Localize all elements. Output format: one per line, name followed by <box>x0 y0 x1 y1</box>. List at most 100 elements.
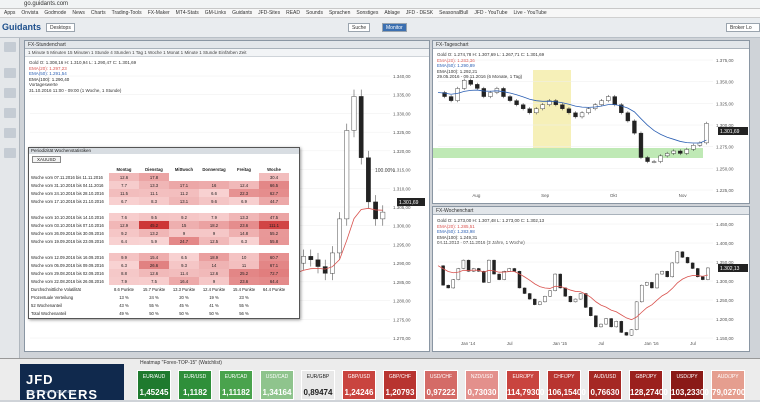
url-text[interactable]: go.guidants.com <box>24 1 68 7</box>
menu-icon[interactable] <box>4 68 16 78</box>
table-cell: 15 <box>169 221 199 229</box>
bookmark-item[interactable]: JFD - YouTube <box>474 10 507 16</box>
table-cell: 12.9 <box>109 221 139 229</box>
broker-login-button[interactable]: Broker Lo <box>726 23 760 32</box>
heatmap-tile[interactable]: NZD/USD 0,73030 <box>465 370 499 400</box>
weekly-chart-svg[interactable]: 1.450,001.400,001.350,001.300,001.250,00… <box>433 216 751 352</box>
search-button[interactable]: Suche <box>348 23 371 32</box>
avatar[interactable] <box>4 42 16 52</box>
candle <box>680 251 685 258</box>
heatmap-tile[interactable]: EUR/GBP 0,89474 <box>301 370 335 400</box>
bookmark-item[interactable]: Guidants <box>232 10 252 16</box>
table-row: Woche vom 12.09.2016 bis 16.09.2016 9.9 15… <box>29 253 289 261</box>
bookmark-item[interactable]: News <box>72 10 85 16</box>
table-cell: 24.7 <box>169 237 199 245</box>
heatmap-tile[interactable]: EUR/USD 1,1182 <box>178 370 212 400</box>
symbol-select[interactable]: XAUUSD <box>32 156 61 163</box>
desktops-button[interactable]: Desktops <box>46 23 75 32</box>
table-cell: 12.6 <box>199 269 229 277</box>
candle <box>533 298 537 305</box>
tile-pair: GBP/USD <box>347 374 371 380</box>
bookmark-item[interactable]: Charts <box>91 10 106 16</box>
table-cell: 6.4 <box>109 237 139 245</box>
weekly-chart-window[interactable]: FX-Wochenchart Gold O: 1.273,00 H: 1.307… <box>432 206 750 352</box>
candle <box>543 296 547 303</box>
bookmark-item[interactable]: Onvista <box>21 10 38 16</box>
bookmark-item[interactable]: GM-Links <box>205 10 226 16</box>
table-cell <box>109 245 139 253</box>
table-cell <box>199 245 229 253</box>
table-cell <box>229 245 259 253</box>
hourly-chart-toolbar[interactable]: 1 Minute 5 Minuten 15 Minuten 1 Stunde 4… <box>25 49 429 57</box>
table-cell: 47.5 <box>259 213 289 221</box>
heatmap-tile[interactable]: EUR/JPY 114,79300 <box>506 370 544 400</box>
news-icon[interactable] <box>4 128 16 138</box>
heatmap-tile[interactable]: EUR/AUD 1,45245 <box>137 370 171 400</box>
candle <box>380 211 386 220</box>
heatmap-tile[interactable]: AUD/JPY 79,02700 <box>711 370 745 400</box>
heatmap-tile[interactable]: EUR/CAD 1,11182 <box>219 370 253 400</box>
x-tick-label: Jul <box>598 341 604 346</box>
current-price-label: 1.302,13 <box>720 266 740 272</box>
heatmap-tile[interactable]: GBP/CHF 1,20793 <box>383 370 417 400</box>
address-bar[interactable]: go.guidants.com <box>0 0 760 9</box>
bookmark-item[interactable]: Trading-Tools <box>112 10 142 16</box>
bookmark-item[interactable]: Sonstiges <box>356 10 378 16</box>
bookmark-item[interactable]: FX-Maker <box>148 10 170 16</box>
bookmark-item[interactable]: MT4-Stats <box>176 10 199 16</box>
bookmark-item[interactable]: Live - YouTube <box>514 10 547 16</box>
monitor-button[interactable]: Monitor <box>382 23 407 32</box>
jfd-logo[interactable]: JFD BROKERS INVEST FAIR AND DIRECT <box>20 364 124 402</box>
heatmap-tile[interactable]: USD/CHF 0,97222 <box>424 370 458 400</box>
table-cell: 11.5 <box>109 189 139 197</box>
gear-icon[interactable] <box>4 148 16 158</box>
candle <box>330 252 335 274</box>
bookmark-item[interactable]: Apps <box>4 10 15 16</box>
candle <box>624 332 629 336</box>
chart-icon[interactable] <box>4 88 16 98</box>
bookmark-item[interactable]: READ <box>286 10 300 16</box>
table-cell: 6.3 <box>109 261 139 269</box>
heatmap-tile[interactable]: USD/CAD 1,34164 <box>260 370 294 400</box>
table-cell <box>259 301 289 309</box>
table-row: Woche vom 05.09.2016 bis 09.09.2016 6.3 26… <box>29 261 289 269</box>
heatmap-tile[interactable]: AUD/USD 0,76630 <box>588 370 622 400</box>
tile-pair: GBP/JPY <box>635 374 657 380</box>
heatmap-tile[interactable]: CHF/JPY 106,15400 <box>547 370 586 400</box>
bookmark-item[interactable]: Godmode <box>44 10 66 16</box>
heatmap-tile[interactable]: GBP/JPY 128,27400 <box>629 370 668 400</box>
candle <box>448 96 454 101</box>
heatmap-tile[interactable]: GBP/USD 1,24246 <box>342 370 376 400</box>
y-tick-label: 1.350,00 <box>716 80 734 85</box>
bookmark-item[interactable]: SeasonalBull <box>439 10 468 16</box>
table-cell: Durchschnittliche Volatilität <box>31 286 81 292</box>
candle <box>691 145 696 150</box>
y-tick-label: 1.280,00 <box>393 299 411 304</box>
bookmark-item[interactable]: Ablage <box>384 10 400 16</box>
table-cell: 7.9 <box>109 277 139 285</box>
table-cell: 11.4 <box>169 269 199 277</box>
table-cell: 23.6 <box>229 221 259 229</box>
tile-pair: USD/CAD <box>265 374 289 380</box>
bookmark-item[interactable]: Sprachen <box>329 10 350 16</box>
bookmark-item[interactable]: JFD - DESK <box>406 10 433 16</box>
tile-value: 0,76630 <box>590 388 620 397</box>
daily-chart-window[interactable]: FX-Tageschart Gold O: 1.274,78 H: 1.307,… <box>432 40 750 204</box>
candle <box>501 88 506 97</box>
list-icon[interactable] <box>4 108 16 118</box>
bookmark-item[interactable]: Sounds <box>306 10 323 16</box>
candle <box>337 218 342 254</box>
candle <box>468 80 473 85</box>
bookmark-item[interactable]: JFD-Sites <box>258 10 280 16</box>
table-row: Woche vom 17.10.2016 bis 21.10.2016 6.7 8.… <box>29 197 289 205</box>
candle <box>604 318 608 325</box>
table-cell: Freitag <box>237 166 251 172</box>
tile-pair: CHF/JPY <box>553 374 575 380</box>
candle <box>594 315 598 328</box>
guidants-logo[interactable]: Guidants <box>2 22 41 32</box>
table-cell: Mittwoch <box>174 166 194 172</box>
heatmap-tile[interactable]: USD/JPY 103,23300 <box>670 370 709 400</box>
y-tick-label: 1.200,00 <box>716 317 734 322</box>
seasonal-stats-window[interactable]: Periodizität Wochenstatistiken XAUUSD Mo… <box>28 147 300 319</box>
daily-chart-svg[interactable]: 1.375,001.350,001.325,001.300,001.275,00… <box>433 50 751 204</box>
